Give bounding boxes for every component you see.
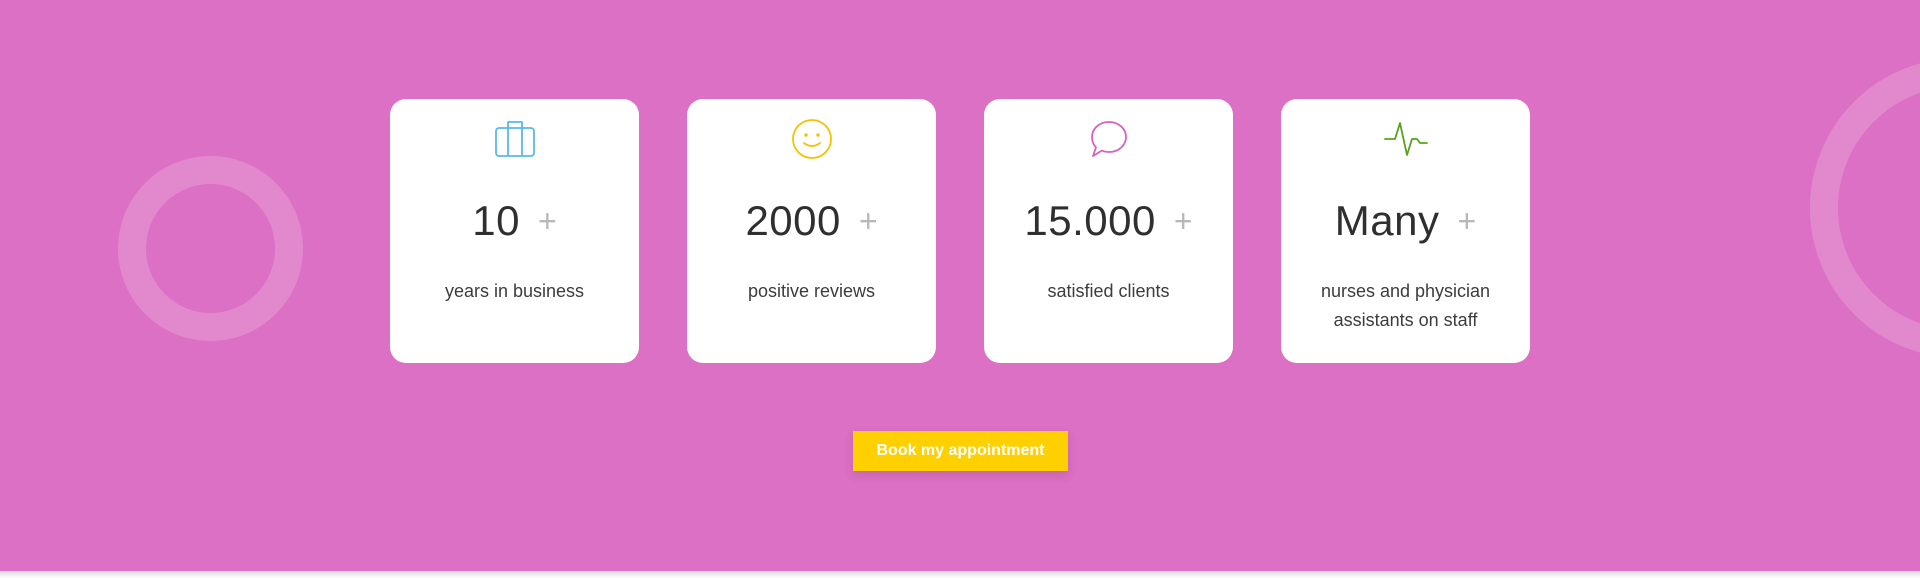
stat-value-row: 15.000 + [984,193,1233,249]
decorative-ring-left [118,156,303,341]
stat-plus: + [858,202,878,239]
stat-card-clients: 15.000 + satisfied clients [984,99,1233,363]
stat-label: satisfied clients [1047,281,1170,301]
stat-label: positive reviews [747,281,876,301]
stat-plus: + [538,202,557,239]
decorative-ring-right [1810,58,1920,358]
stat-value-row: 10 + [390,193,639,249]
smiley-icon [789,116,835,162]
stat-value: 2000 [745,197,841,244]
stat-label: nurses and physician assistants on staff [1320,281,1491,330]
stat-value: Many [1334,197,1440,244]
stat-plus: + [1457,202,1477,239]
stat-plus: + [1173,202,1193,239]
stat-value: 15.000 [1024,197,1156,244]
heartbeat-icon [1383,116,1429,162]
stat-card-years: 10 + years in business [390,99,639,363]
book-appointment-button[interactable]: Book my appointment [853,431,1068,471]
stat-value: 10 [472,197,521,244]
stat-value-row: Many + [1281,193,1530,249]
section-bottom-shadow [0,571,1920,578]
stat-card-reviews: 2000 + positive reviews [687,99,936,363]
briefcase-icon [492,116,538,162]
stat-label: years in business [444,281,585,301]
stat-card-staff: Many + nurses and physician assistants o… [1281,99,1530,363]
chat-bubble-icon [1086,116,1132,162]
stat-value-row: 2000 + [687,193,936,249]
stats-section: 10 + years in business 2000 + positive r… [0,0,1920,571]
